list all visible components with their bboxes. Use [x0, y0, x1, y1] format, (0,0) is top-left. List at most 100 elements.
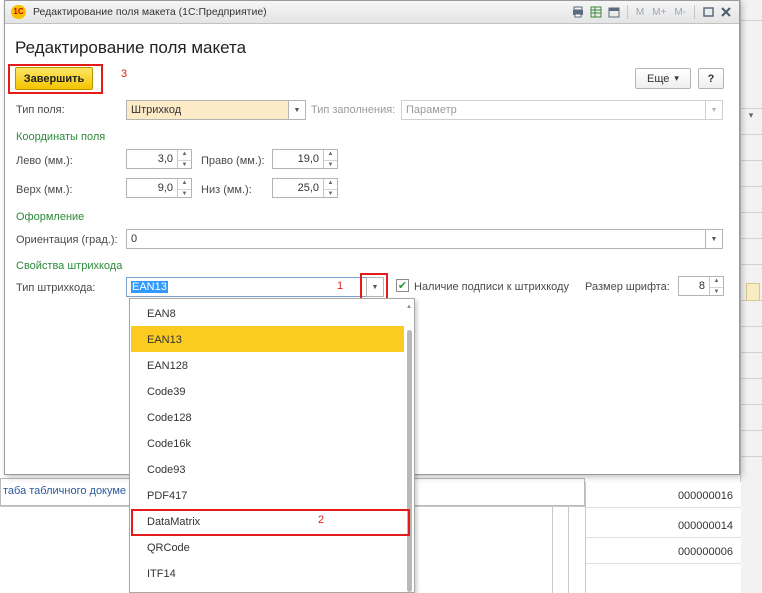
doc-number: 000000014	[677, 520, 733, 532]
background-selected-cell	[746, 283, 760, 301]
background-divider	[740, 238, 762, 239]
background-divider	[740, 404, 762, 405]
field-type-dropdown-button[interactable]: ▼	[288, 100, 306, 120]
background-divider	[740, 108, 762, 109]
top-mm-input[interactable]: 9,0 ▲ ▼	[126, 178, 192, 198]
arrow-up-icon[interactable]: ▲	[710, 277, 723, 288]
table-icon[interactable]	[589, 5, 603, 19]
background-link-text[interactable]: таба табличного докуме	[3, 485, 126, 497]
app-logo: 1С	[11, 5, 26, 19]
background-divider	[740, 352, 762, 353]
list-item-itf14[interactable]: ITF14	[131, 560, 404, 586]
orientation-dropdown-button[interactable]: ▼	[705, 229, 723, 249]
arrow-up-icon[interactable]: ▲	[178, 179, 191, 190]
list-item-pdf417[interactable]: PDF417	[131, 482, 404, 508]
arrow-down-icon[interactable]: ▼	[178, 190, 191, 198]
background-divider	[740, 134, 762, 135]
bottom-mm-input[interactable]: 25,0 ▲ ▼	[272, 178, 338, 198]
close-icon[interactable]	[719, 5, 733, 19]
annotation-box-finish	[8, 64, 103, 94]
table-row[interactable]: 000000014	[586, 512, 741, 538]
background-column-line	[568, 506, 569, 593]
list-item-ean13[interactable]: EAN13	[131, 326, 404, 352]
arrow-up-icon[interactable]: ▲	[324, 179, 337, 190]
arrow-down-icon[interactable]: ▼	[710, 288, 723, 296]
left-mm-spinner[interactable]: ▲ ▼	[177, 150, 191, 169]
chevron-down-icon: ▼	[710, 235, 718, 243]
arrow-up-icon[interactable]: ▲	[178, 150, 191, 161]
dropdown-scrollbar[interactable]: ▲	[404, 300, 414, 592]
chevron-down-icon: ▼	[293, 106, 301, 114]
maximize-icon[interactable]	[701, 5, 715, 19]
background-divider	[740, 456, 762, 457]
annotation-number-2: 2	[318, 514, 325, 526]
background-divider	[740, 264, 762, 265]
list-item-ean8[interactable]: EAN8	[131, 300, 404, 326]
annotation-box-datamatrix	[131, 509, 410, 536]
arrow-up-icon[interactable]: ▲	[324, 150, 337, 161]
doc-number: 000000016	[677, 490, 733, 502]
font-size-value: 8	[698, 280, 705, 292]
toolbar-separator	[694, 5, 695, 19]
arrow-down-icon[interactable]: ▼	[324, 161, 337, 169]
background-divider	[740, 186, 762, 187]
barcode-group-title: Свойства штрихкода	[16, 260, 123, 272]
more-button-label: Еще	[647, 72, 670, 85]
list-item-ean128[interactable]: EAN128	[131, 352, 404, 378]
bottom-mm-label: Низ (мм.):	[201, 184, 252, 196]
list-item-code93[interactable]: Code93	[131, 456, 404, 482]
top-mm-value: 9,0	[157, 182, 173, 194]
memory-m-button[interactable]: M	[634, 5, 646, 19]
orientation-input[interactable]: 0	[126, 229, 706, 249]
calendar-icon[interactable]	[607, 5, 621, 19]
chevron-down-icon: ▼	[710, 106, 718, 114]
fill-type-input: Параметр	[401, 100, 706, 120]
bottom-mm-spinner[interactable]: ▲ ▼	[323, 179, 337, 198]
font-size-spinner[interactable]: ▲ ▼	[709, 277, 723, 296]
check-icon: ✔	[397, 280, 408, 292]
background-divider	[740, 20, 762, 21]
chevron-down-icon: ▾	[674, 73, 679, 83]
window-titlebar[interactable]: 1С Редактирование поля макета (1С:Предпр…	[5, 1, 739, 24]
design-group-title: Оформление	[16, 211, 85, 223]
bottom-mm-value: 25,0	[297, 182, 319, 194]
background-column-line	[552, 506, 553, 593]
left-mm-input[interactable]: 3,0 ▲ ▼	[126, 149, 192, 169]
barcode-type-value: EAN13	[131, 281, 168, 293]
annotation-number-3: 3	[121, 68, 128, 80]
list-item-qrcode[interactable]: QRCode	[131, 534, 404, 560]
right-mm-input[interactable]: 19,0 ▲ ▼	[272, 149, 338, 169]
arrow-down-icon[interactable]: ▼	[178, 161, 191, 169]
font-size-label: Размер шрифта:	[585, 281, 670, 293]
print-icon[interactable]	[571, 5, 585, 19]
annotation-number-1: 1	[337, 280, 344, 292]
arrow-up-icon[interactable]: ▲	[406, 304, 412, 310]
barcode-type-label: Тип штрихкода:	[16, 282, 96, 294]
field-type-input[interactable]: Штрихкод	[126, 100, 289, 120]
memory-plus-button[interactable]: M+	[650, 5, 668, 19]
top-mm-spinner[interactable]: ▲ ▼	[177, 179, 191, 198]
chevron-down-icon[interactable]: ▾	[742, 110, 760, 124]
help-button[interactable]: ?	[698, 68, 724, 89]
arrow-down-icon[interactable]: ▼	[324, 190, 337, 198]
barcode-type-input[interactable]: EAN13	[126, 277, 367, 297]
list-item-code128[interactable]: Code128	[131, 404, 404, 430]
table-row[interactable]: 000000006	[586, 538, 741, 564]
list-item-code16k[interactable]: Code16k	[131, 430, 404, 456]
toolbar-separator	[626, 5, 628, 19]
barcode-caption-checkbox[interactable]: ✔	[396, 279, 409, 292]
background-number-column: 000000016 000000014 000000006	[585, 482, 741, 593]
memory-minus-button[interactable]: M-	[672, 5, 688, 19]
table-row[interactable]: 000000016	[586, 482, 741, 508]
scrollbar-thumb[interactable]	[407, 330, 412, 592]
list-item-code39[interactable]: Code39	[131, 378, 404, 404]
background-divider	[740, 378, 762, 379]
more-button[interactable]: Еще ▾	[635, 68, 691, 89]
font-size-input[interactable]: 8 ▲ ▼	[678, 276, 724, 296]
left-mm-label: Лево (мм.):	[16, 155, 73, 167]
top-mm-label: Верх (мм.):	[16, 184, 73, 196]
barcode-type-dropdown-list: EAN8 EAN13 EAN128 Code39 Code128 Code16k…	[129, 298, 415, 593]
left-mm-value: 3,0	[157, 153, 173, 165]
right-mm-value: 19,0	[297, 153, 319, 165]
right-mm-spinner[interactable]: ▲ ▼	[323, 150, 337, 169]
